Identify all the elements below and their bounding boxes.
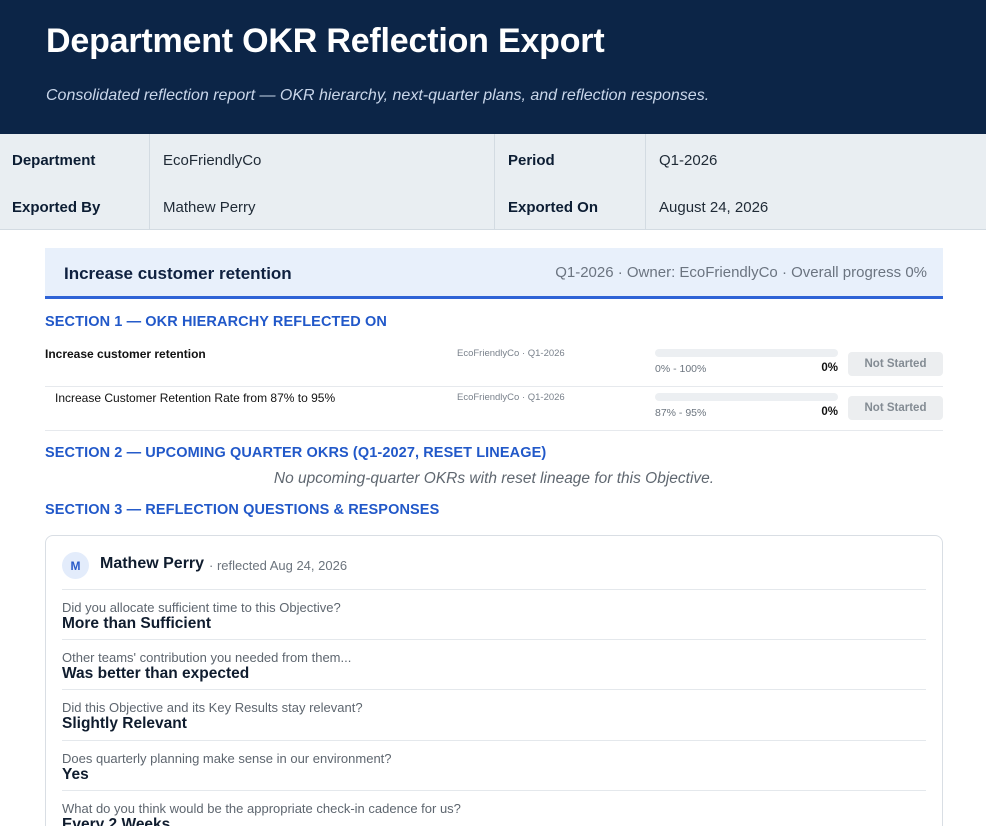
okr-percent: 0% bbox=[821, 362, 838, 374]
exported-on-value: August 24, 2026 bbox=[659, 198, 769, 216]
section-3-heading: SECTION 3 — REFLECTION QUESTIONS & RESPO… bbox=[45, 502, 440, 518]
department-value: EcoFriendlyCo bbox=[163, 151, 262, 169]
okr-row-objective: Increase customer retention EcoFriendlyC… bbox=[45, 343, 943, 387]
objective-info: Q1-2026 · Owner: EcoFriendlyCo · Overall… bbox=[555, 264, 927, 281]
okr-name: Increase Customer Retention Rate from 87… bbox=[55, 391, 336, 405]
answer: Every 2 Weeks bbox=[62, 816, 171, 826]
progress-bar bbox=[655, 393, 838, 401]
report-header: Department OKR Reflection Export Consoli… bbox=[0, 0, 986, 134]
question: Does quarterly planning make sense in ou… bbox=[62, 751, 392, 766]
avatar: M bbox=[62, 552, 89, 579]
progress-bar bbox=[655, 349, 838, 357]
qa-item: Did you allocate sufficient time to this… bbox=[62, 589, 926, 639]
answer: Was better than expected bbox=[62, 665, 250, 682]
reflection-author: Mathew Perry bbox=[100, 555, 205, 572]
question: What do you think would be the appropria… bbox=[62, 801, 461, 816]
meta-divider bbox=[645, 134, 646, 230]
qa-item: Does quarterly planning make sense in ou… bbox=[62, 740, 926, 790]
okr-name: Increase customer retention bbox=[45, 347, 206, 361]
period-value: Q1-2026 bbox=[659, 151, 718, 169]
answer: Slightly Relevant bbox=[62, 715, 187, 732]
report-title: Department OKR Reflection Export bbox=[46, 22, 605, 60]
meta-divider bbox=[149, 134, 150, 230]
reflection-card: M Mathew Perry · reflected Aug 24, 2026 … bbox=[45, 535, 943, 826]
upcoming-empty-note: No upcoming-quarter OKRs with reset line… bbox=[273, 470, 715, 487]
okr-row-key-result: Increase Customer Retention Rate from 87… bbox=[45, 387, 943, 431]
reflection-date: · reflected Aug 24, 2026 bbox=[209, 558, 348, 573]
metadata-table: Department EcoFriendlyCo Period Q1-2026 … bbox=[0, 134, 986, 230]
status-badge: Not Started bbox=[848, 396, 943, 420]
qa-item: Did this Objective and its Key Results s… bbox=[62, 689, 926, 739]
qa-item: Other teams' contribution you needed fro… bbox=[62, 639, 926, 689]
okr-owner: EcoFriendlyCo · Q1-2026 bbox=[457, 392, 565, 403]
objective-header: Increase customer retention Q1-2026 · Ow… bbox=[45, 248, 943, 299]
exported-on-label: Exported On bbox=[508, 198, 599, 216]
question: Did this Objective and its Key Results s… bbox=[62, 700, 363, 715]
question: Other teams' contribution you needed fro… bbox=[62, 650, 352, 665]
question: Did you allocate sufficient time to this… bbox=[62, 600, 341, 615]
section-1-heading: SECTION 1 — OKR HIERARCHY REFLECTED ON bbox=[45, 314, 387, 330]
answer: More than Sufficient bbox=[62, 615, 211, 632]
objective-title: Increase customer retention bbox=[64, 264, 292, 283]
exported-by-label: Exported By bbox=[12, 198, 101, 216]
okr-percent: 0% bbox=[821, 406, 838, 418]
okr-range: 87% - 95% bbox=[655, 407, 707, 419]
okr-owner: EcoFriendlyCo · Q1-2026 bbox=[457, 348, 565, 359]
department-label: Department bbox=[12, 151, 96, 169]
section-2-heading: SECTION 2 — UPCOMING QUARTER OKRS (Q1-20… bbox=[45, 445, 547, 461]
status-badge: Not Started bbox=[848, 352, 943, 376]
meta-divider bbox=[494, 134, 495, 230]
okr-range: 0% - 100% bbox=[655, 363, 707, 375]
report-subtitle: Consolidated reflection report — OKR hie… bbox=[46, 87, 710, 104]
answer: Yes bbox=[62, 766, 89, 783]
exported-by-value: Mathew Perry bbox=[163, 198, 256, 216]
period-label: Period bbox=[508, 151, 555, 169]
qa-item: What do you think would be the appropria… bbox=[62, 790, 926, 826]
